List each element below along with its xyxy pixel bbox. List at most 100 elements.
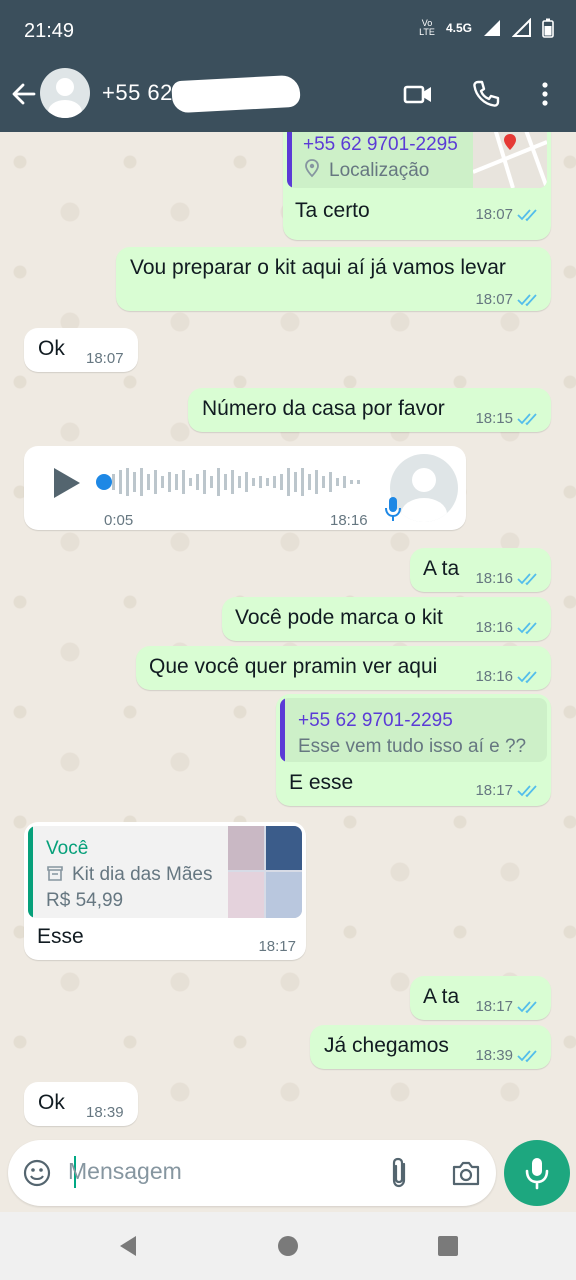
location-pin-icon [305,159,319,178]
message-input[interactable]: Mensagem [68,1158,182,1185]
status-time: 21:49 [24,20,75,42]
emoji-icon[interactable] [22,1158,52,1188]
voice-record-button[interactable] [504,1140,570,1206]
quote-text: Kit dia das Mães [72,864,213,885]
network-type: 4.5G [445,21,472,35]
message-outgoing[interactable]: Que você quer pramin ver aqui 18:16 [136,646,551,690]
message-text: A ta [423,985,460,1008]
read-ticks-icon [517,209,537,222]
message-meta: 18:16 [475,664,541,690]
playback-position[interactable] [96,474,112,490]
message-outgoing[interactable]: A ta 18:16 [410,548,551,592]
quote-sender: +55 62 9701-2295 [303,134,458,155]
quote-text: Esse vem tudo isso aí e ?? [298,736,527,757]
status-bar: 21:49 Vo LTE 4.5G [0,0,576,64]
system-nav-bar [0,1212,576,1280]
message-text: E esse [289,771,354,794]
contact-avatar[interactable] [40,68,90,118]
more-options-icon[interactable] [530,78,560,110]
message-outgoing[interactable]: A ta 18:17 [410,976,551,1020]
message-time: 18:16 [475,668,513,685]
message-time: 18:16 [475,570,513,587]
battery-icon [542,18,554,38]
message-incoming[interactable]: Você Kit dia das Mães R$ 54,99 Esse 18:1… [24,822,306,960]
message-meta: 18:17 [475,778,541,804]
play-icon[interactable] [52,466,82,500]
message-text: Ok [38,1091,65,1114]
read-ticks-icon [517,413,537,426]
phone-call-icon[interactable] [470,78,502,110]
message-time: 18:16 [475,619,513,636]
message-text: Que você quer pramin ver aqui [149,655,438,678]
map-icon [472,132,547,188]
message-meta: 18:07 [475,202,541,228]
read-ticks-icon [517,573,537,586]
message-outgoing[interactable]: Vou preparar o kit aqui aí já vamos leva… [116,247,551,311]
message-text: A ta [423,557,460,580]
message-outgoing[interactable]: +55 62 9701-2295 Localização Ta certo 18… [283,132,551,240]
quote-text: Localização [329,160,430,181]
message-meta: 18:15 [475,406,541,432]
contact-name[interactable]: +55 62 [102,80,173,106]
message-text: Já chegamos [324,1034,449,1057]
message-meta: 18:16 [475,615,541,641]
message-text: Vou preparar o kit aqui aí já vamos leva… [130,256,506,279]
quoted-message[interactable]: +55 62 9701-2295 Esse vem tudo isso aí e… [280,698,547,762]
system-icons: Vo LTE 4.5G [418,18,554,38]
voice-duration: 0:05 [104,512,134,529]
message-time: 18:39 [86,1104,124,1121]
read-ticks-icon [517,1001,537,1014]
volte-indicator: Vo LTE [419,18,435,37]
read-ticks-icon [517,622,537,635]
message-time: 18:39 [475,1047,513,1064]
message-time: 18:17 [475,998,513,1015]
message-meta: 18:16 [475,566,541,592]
message-outgoing[interactable]: Você pode marca o kit 18:16 [222,597,551,641]
waveform[interactable] [112,464,366,500]
quote-bar [28,826,33,918]
message-time: 18:07 [86,350,124,367]
back-arrow-icon[interactable] [10,80,38,108]
nav-home-icon[interactable] [276,1234,300,1258]
message-time: 18:15 [475,410,513,427]
message-meta: 18:39 [475,1043,541,1069]
camera-icon[interactable] [450,1158,482,1188]
message-composer[interactable]: Mensagem [8,1140,496,1206]
quoted-product[interactable]: Você Kit dia das Mães R$ 54,99 [28,826,302,918]
quoted-location[interactable]: +55 62 9701-2295 Localização [287,132,547,188]
message-outgoing[interactable]: Número da casa por favor 18:15 [188,388,551,432]
voice-message[interactable]: 0:05 18:16 [24,446,466,530]
attach-icon[interactable] [386,1156,414,1190]
message-time: 18:07 [475,291,513,308]
message-text: Ta certo [295,199,370,222]
chat-area[interactable]: +55 62 9701-2295 Localização Ta certo 18… [0,132,576,1142]
message-time: 18:17 [258,938,296,955]
read-ticks-icon [517,1050,537,1063]
default-avatar-icon [48,78,82,118]
message-meta: 18:17 [475,994,541,1020]
chat-header: +55 62 [0,64,576,132]
message-text: Você pode marca o kit [235,606,443,629]
message-incoming[interactable]: Ok 18:07 [24,328,138,372]
product-price: R$ 54,99 [46,890,124,911]
quote-bar [287,132,292,188]
signal-icon [484,20,500,36]
message-incoming[interactable]: Ok 18:39 [24,1082,138,1126]
message-text: Esse [37,925,84,948]
message-outgoing[interactable]: Já chegamos 18:39 [310,1025,551,1069]
nav-recents-icon[interactable] [436,1234,460,1258]
message-meta: 18:07 [475,287,541,313]
quote-bar [280,698,285,762]
redaction-mark [171,74,301,114]
message-outgoing[interactable]: +55 62 9701-2295 Esse vem tudo isso aí e… [276,694,551,806]
quote-sender: Você [46,838,89,859]
map-thumbnail [472,132,547,188]
product-thumbnail [228,826,302,918]
message-time: 18:07 [475,206,513,223]
message-text: Ok [38,337,65,360]
quote-sender: +55 62 9701-2295 [298,710,453,731]
video-call-icon[interactable] [402,78,434,110]
read-ticks-icon [517,294,537,307]
message-text: Número da casa por favor [202,397,445,420]
nav-back-icon[interactable] [116,1234,140,1258]
